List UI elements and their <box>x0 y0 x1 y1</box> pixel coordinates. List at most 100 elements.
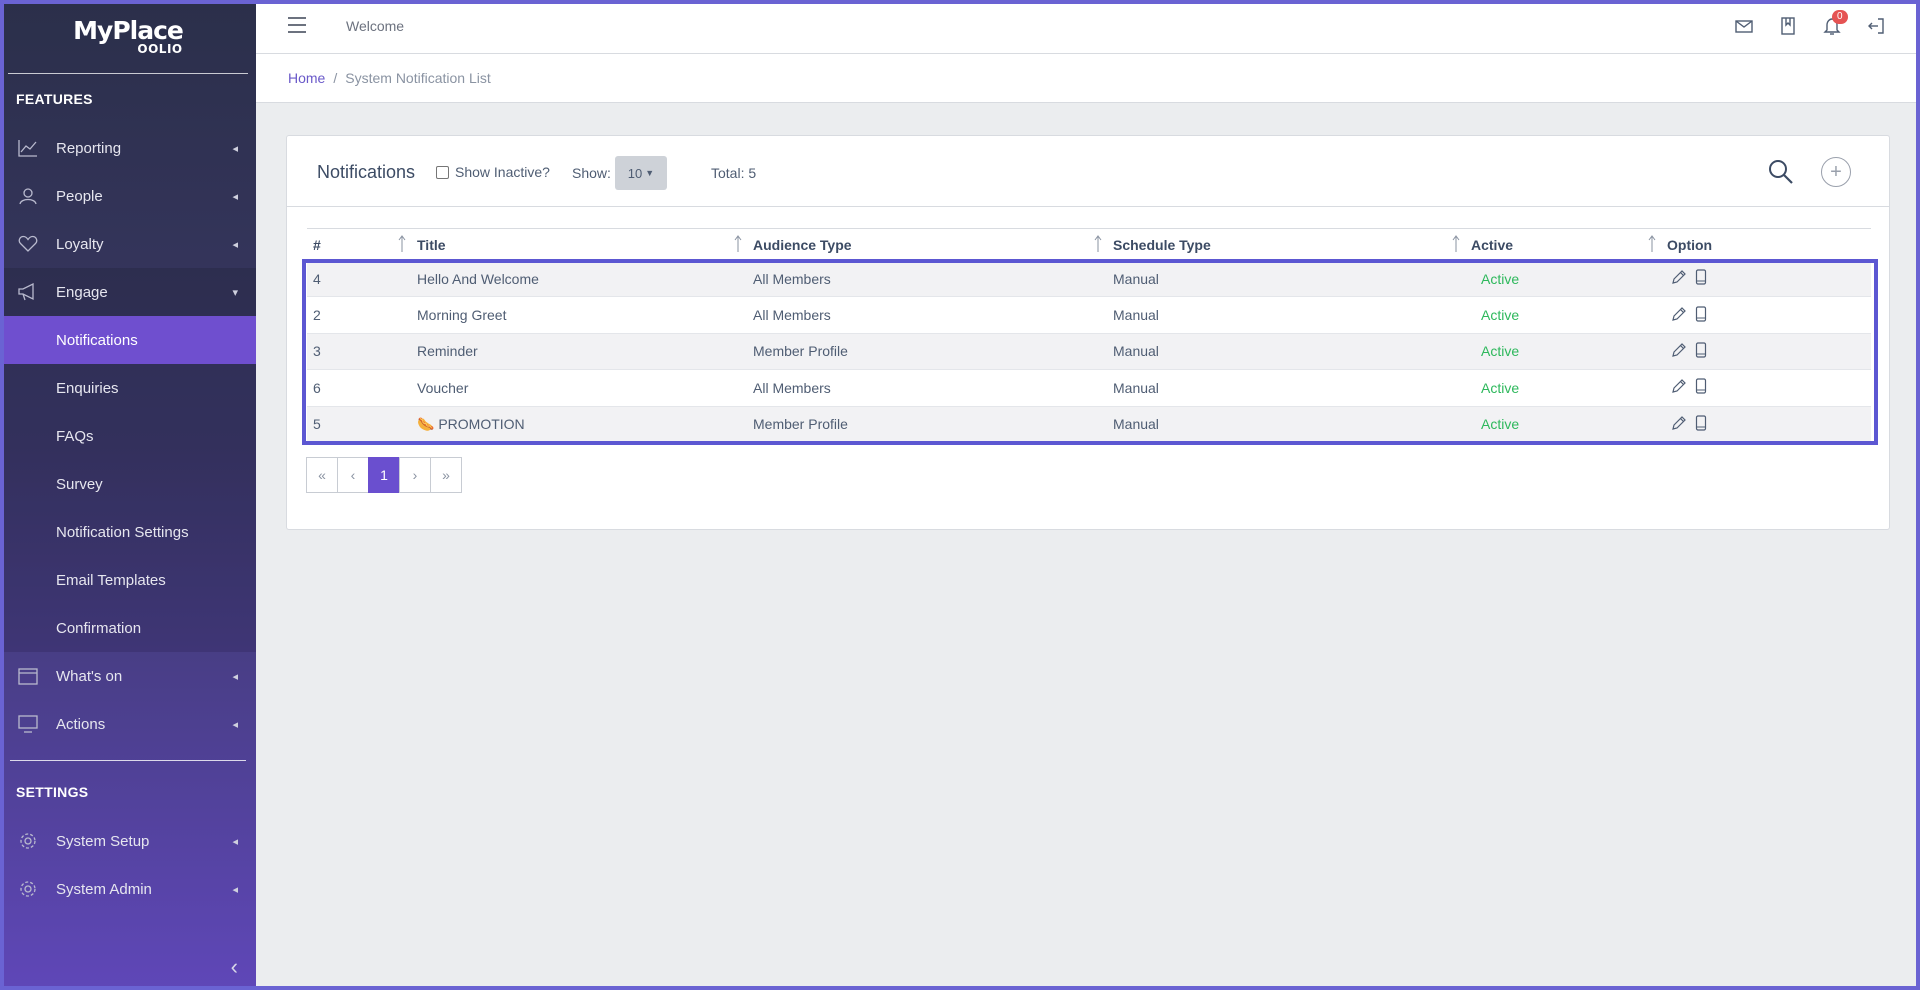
chevron-left-icon: ◂ <box>232 835 238 848</box>
sidebar-item-label: Loyalty <box>56 235 104 253</box>
gear-icon <box>20 881 36 897</box>
sidebar-item-loyalty[interactable]: Loyalty ◂ <box>0 220 256 268</box>
sort-arrow-icon[interactable] <box>733 235 743 253</box>
cell-schedule: Manual <box>1107 406 1465 443</box>
edit-pencil-icon[interactable] <box>1671 342 1687 361</box>
column-header-option: Option <box>1661 228 1871 261</box>
table-row[interactable]: 5 🌭 PROMOTION Member Profile Manual Active <box>307 406 1871 443</box>
chevron-left-icon: ◂ <box>232 718 238 731</box>
sort-arrow-icon[interactable] <box>1647 235 1657 253</box>
page-current-button[interactable]: 1 <box>368 457 400 493</box>
edit-pencil-icon[interactable] <box>1671 269 1687 288</box>
hamburger-menu-icon[interactable] <box>288 17 306 33</box>
cell-title: Morning Greet <box>411 296 747 334</box>
card-header: Notifications Show Inactive? Show: 10 ▼ … <box>287 136 1889 207</box>
sidebar-item-reporting[interactable]: Reporting ◂ <box>0 124 256 172</box>
sidebar-item-actions[interactable]: Actions ◂ <box>0 700 256 748</box>
sidebar-item-label: Survey <box>56 475 103 493</box>
mobile-preview-icon[interactable] <box>1695 415 1707 434</box>
edit-pencil-icon[interactable] <box>1671 415 1687 434</box>
show-inactive-toggle[interactable]: Show Inactive? <box>436 164 550 180</box>
sidebar-item-email-templates[interactable]: Email Templates <box>0 556 256 604</box>
cell-audience: Member Profile <box>747 406 1107 443</box>
column-header-schedule[interactable]: Schedule Type <box>1107 228 1465 261</box>
mobile-preview-icon[interactable] <box>1695 342 1707 361</box>
sort-arrow-icon[interactable] <box>1093 235 1103 253</box>
sidebar-item-label: System Admin <box>56 880 152 898</box>
logout-icon[interactable] <box>1866 16 1886 36</box>
mobile-preview-icon[interactable] <box>1695 378 1707 397</box>
sidebar-item-notifications[interactable]: Notifications <box>0 316 256 364</box>
card-title: Notifications <box>317 162 416 182</box>
cell-active-status: Active <box>1465 369 1661 407</box>
brand-sub: OOLIO <box>137 41 183 56</box>
bookmark-icon[interactable] <box>1778 16 1798 36</box>
sort-arrow-icon[interactable] <box>1451 235 1461 253</box>
sidebar-divider <box>10 760 246 761</box>
mail-icon[interactable] <box>1734 16 1754 36</box>
mobile-preview-icon[interactable] <box>1695 269 1707 288</box>
chevron-left-icon: ◂ <box>232 670 238 683</box>
chevron-down-icon: ▾ <box>232 286 238 299</box>
cell-id: 6 <box>307 369 411 407</box>
sidebar-item-label: Engage <box>56 283 108 301</box>
table-row[interactable]: 6 Voucher All Members Manual Active <box>307 369 1871 407</box>
breadcrumb-home-link[interactable]: Home <box>288 70 325 86</box>
bell-icon[interactable]: 0 <box>1822 10 1848 36</box>
sidebar-item-people[interactable]: People ◂ <box>0 172 256 220</box>
page-size-select[interactable]: 10 ▼ <box>615 156 667 190</box>
edit-pencil-icon[interactable] <box>1671 306 1687 325</box>
column-header-id[interactable]: # <box>307 228 411 261</box>
edit-pencil-icon[interactable] <box>1671 378 1687 397</box>
caret-down-icon: ▼ <box>645 168 655 178</box>
sidebar-item-survey[interactable]: Survey <box>0 460 256 508</box>
brand-logo[interactable]: MyPlace OOLIO <box>8 0 248 74</box>
notifications-card: Notifications Show Inactive? Show: 10 ▼ … <box>286 135 1890 530</box>
table-row[interactable]: 3 Reminder Member Profile Manual Active <box>307 333 1871 371</box>
cell-title: Hello And Welcome <box>411 260 747 298</box>
sidebar-item-faqs[interactable]: FAQs <box>0 412 256 460</box>
sort-arrow-icon[interactable] <box>397 235 407 253</box>
show-inactive-checkbox[interactable] <box>436 165 449 179</box>
cell-schedule: Manual <box>1107 333 1465 371</box>
page-last-button[interactable]: » <box>430 457 462 493</box>
cell-schedule: Manual <box>1107 296 1465 334</box>
cell-schedule: Manual <box>1107 260 1465 298</box>
column-header-active[interactable]: Active <box>1465 228 1661 261</box>
sidebar-item-system-setup[interactable]: System Setup ◂ <box>0 817 256 865</box>
top-header: Welcome 0 <box>256 0 1920 54</box>
table-row[interactable]: 2 Morning Greet All Members Manual Active <box>307 296 1871 334</box>
sidebar-item-system-admin[interactable]: System Admin ◂ <box>0 865 256 913</box>
cell-active-status: Active <box>1465 296 1661 334</box>
table-row[interactable]: 4 Hello And Welcome All Members Manual Activ… <box>307 260 1871 298</box>
mobile-preview-icon[interactable] <box>1695 305 1707 325</box>
add-icon[interactable]: + <box>1821 157 1851 187</box>
sidebar-item-confirmation[interactable]: Confirmation <box>0 604 256 652</box>
sidebar-collapse-icon[interactable]: ‹ <box>231 954 238 980</box>
sidebar-item-whats-on[interactable]: What's on ◂ <box>0 652 256 700</box>
sidebar-item-label: Reporting <box>56 139 122 157</box>
monitor-icon <box>18 715 38 733</box>
chevron-left-icon: ◂ <box>232 142 238 155</box>
show-label: Show: <box>572 165 611 181</box>
total-count: Total: 5 <box>711 165 757 181</box>
page-first-button[interactable]: « <box>306 457 338 493</box>
cell-audience: Member Profile <box>747 333 1107 371</box>
page-next-button[interactable]: › <box>399 457 431 493</box>
pagination: « ‹ 1 › » <box>306 457 462 493</box>
sidebar-item-enquiries[interactable]: Enquiries <box>0 364 256 412</box>
cell-audience: All Members <box>747 296 1107 334</box>
sidebar-item-label: Notification Settings <box>56 523 189 541</box>
nav-title-settings: SETTINGS <box>16 784 89 800</box>
column-header-audience[interactable]: Audience Type <box>747 228 1107 261</box>
cell-id: 5 <box>307 406 411 443</box>
search-icon[interactable] <box>1767 158 1795 186</box>
column-header-title[interactable]: Title <box>411 228 747 261</box>
engage-submenu: Notifications Enquiries FAQs Survey Noti… <box>0 316 256 652</box>
page-prev-button[interactable]: ‹ <box>337 457 369 493</box>
notifications-table: # Title Audience Type Schedule Type Acti… <box>307 228 1871 443</box>
cell-active-status: Active <box>1465 406 1661 443</box>
cell-title: Voucher <box>411 369 747 407</box>
sidebar-item-engage[interactable]: Engage ▾ <box>0 268 256 316</box>
sidebar-item-notification-settings[interactable]: Notification Settings <box>0 508 256 556</box>
